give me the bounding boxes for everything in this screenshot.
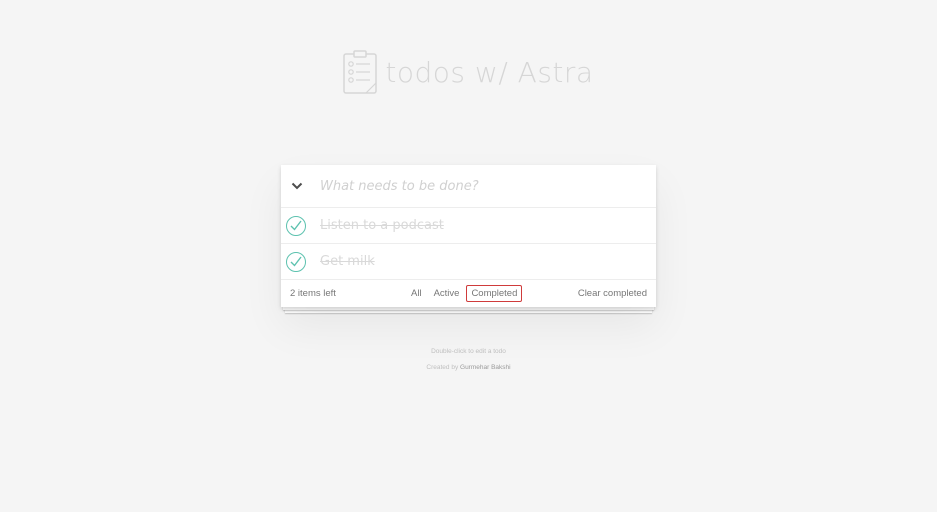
toggle-all-button[interactable] xyxy=(281,182,313,190)
header: todos w/ Astra xyxy=(0,50,937,94)
chevron-down-icon xyxy=(291,182,303,190)
credits-prefix: Created by xyxy=(426,364,459,371)
todo-item[interactable]: Listen to a podcast xyxy=(281,208,656,244)
clear-completed-button[interactable]: Clear completed xyxy=(578,288,647,299)
filters: All Active Completed xyxy=(405,285,523,302)
footer: 2 items left All Active Completed Clear … xyxy=(281,280,656,307)
items-left-count: 2 items left xyxy=(290,288,336,299)
new-todo-input[interactable] xyxy=(320,178,640,194)
todo-list: Listen to a podcast Get milk xyxy=(281,208,656,280)
filter-active[interactable]: Active xyxy=(429,285,465,302)
todo-card: Listen to a podcast Get milk 2 items lef… xyxy=(281,165,656,307)
checkmark-icon xyxy=(290,220,302,231)
filter-all[interactable]: All xyxy=(406,285,427,302)
checkmark-icon xyxy=(290,256,302,267)
todo-label[interactable]: Get milk xyxy=(320,254,375,269)
todo-item[interactable]: Get milk xyxy=(281,244,656,280)
filter-completed[interactable]: Completed xyxy=(466,285,523,302)
todo-app: Listen to a podcast Get milk 2 items lef… xyxy=(281,165,656,313)
complete-checkbox[interactable] xyxy=(286,251,306,272)
author-link[interactable]: Gurmehar Bakshi xyxy=(460,364,511,371)
new-todo-row xyxy=(281,165,656,208)
credits: Created by Gurmehar Bakshi xyxy=(0,364,937,371)
todo-label[interactable]: Listen to a podcast xyxy=(320,218,444,233)
complete-checkbox[interactable] xyxy=(286,215,306,236)
app-title: todos w/ Astra xyxy=(385,55,594,89)
clipboard-checklist-icon xyxy=(343,50,378,94)
page: todos w/ Astra Listen xyxy=(0,0,937,512)
edit-hint: Double-click to edit a todo xyxy=(431,348,506,355)
